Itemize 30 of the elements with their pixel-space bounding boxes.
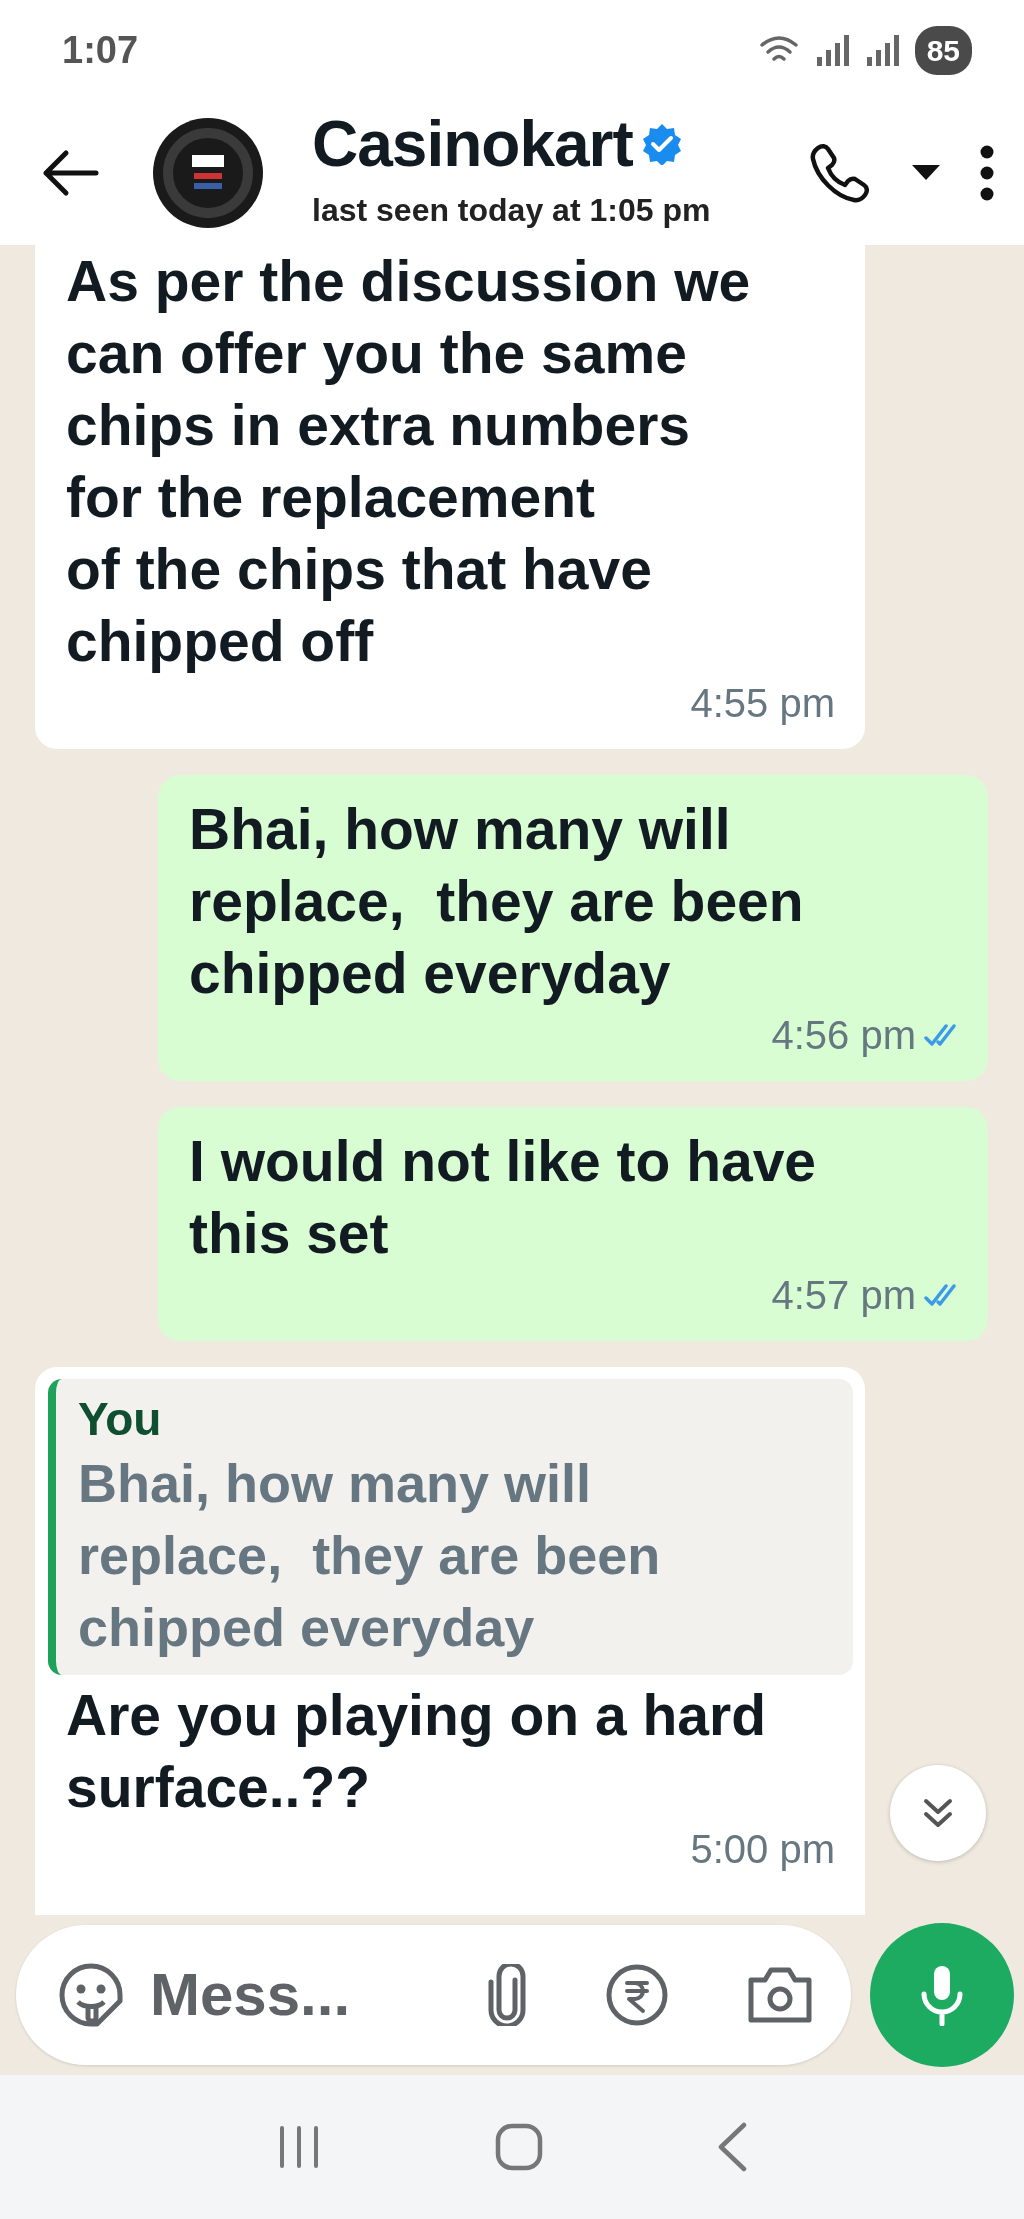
scroll-down-button[interactable] (890, 1765, 986, 1861)
signal-icon (864, 33, 899, 67)
contact-name: Casinokart (312, 111, 633, 176)
double-chevron-icon (923, 1796, 953, 1830)
message-input[interactable]: Mess... (148, 1949, 398, 2041)
status-time: 1:07 (62, 27, 139, 73)
phone-icon[interactable] (810, 141, 872, 204)
message-time: 4:56 pm (771, 1012, 916, 1059)
microphone-icon (919, 1964, 965, 2026)
caret-icon[interactable] (912, 164, 940, 181)
message-time: 5:00 pm (690, 1826, 835, 1873)
signal-icon (814, 33, 849, 67)
paperclip-icon[interactable] (487, 1964, 527, 2026)
sticker-icon[interactable] (58, 1962, 124, 2028)
message-text: I would not like to have this set (189, 1128, 817, 1267)
camera-icon[interactable] (747, 1966, 813, 2024)
more-options-icon[interactable] (980, 144, 994, 201)
rupee-icon[interactable] (605, 1963, 669, 2027)
message-time: 4:55 pm (690, 680, 835, 727)
home-icon[interactable] (494, 2122, 544, 2172)
battery-level: 85 (914, 25, 972, 75)
quoted-message[interactable]: You Bhai, how many will replace, they are been chipped everyday (48, 1379, 853, 1675)
message-text: Bhai, how many will replace, they are been chipped everyday (189, 796, 804, 1007)
message-text: Are you playing on a hard surface..?? (66, 1682, 766, 1821)
quote-text: Bhai, how many will replace, they are been chipped everyday (78, 1452, 662, 1659)
message-time: 4:57 pm (771, 1272, 916, 1319)
last-seen: last seen today at 1:05 pm (312, 190, 711, 230)
avatar[interactable] (152, 116, 264, 229)
message-text: As per the discussion we can offer you the same chips in extra numbers for the replacement of the chips that have chipped off (66, 248, 751, 675)
quote-author: You (78, 1392, 163, 1447)
